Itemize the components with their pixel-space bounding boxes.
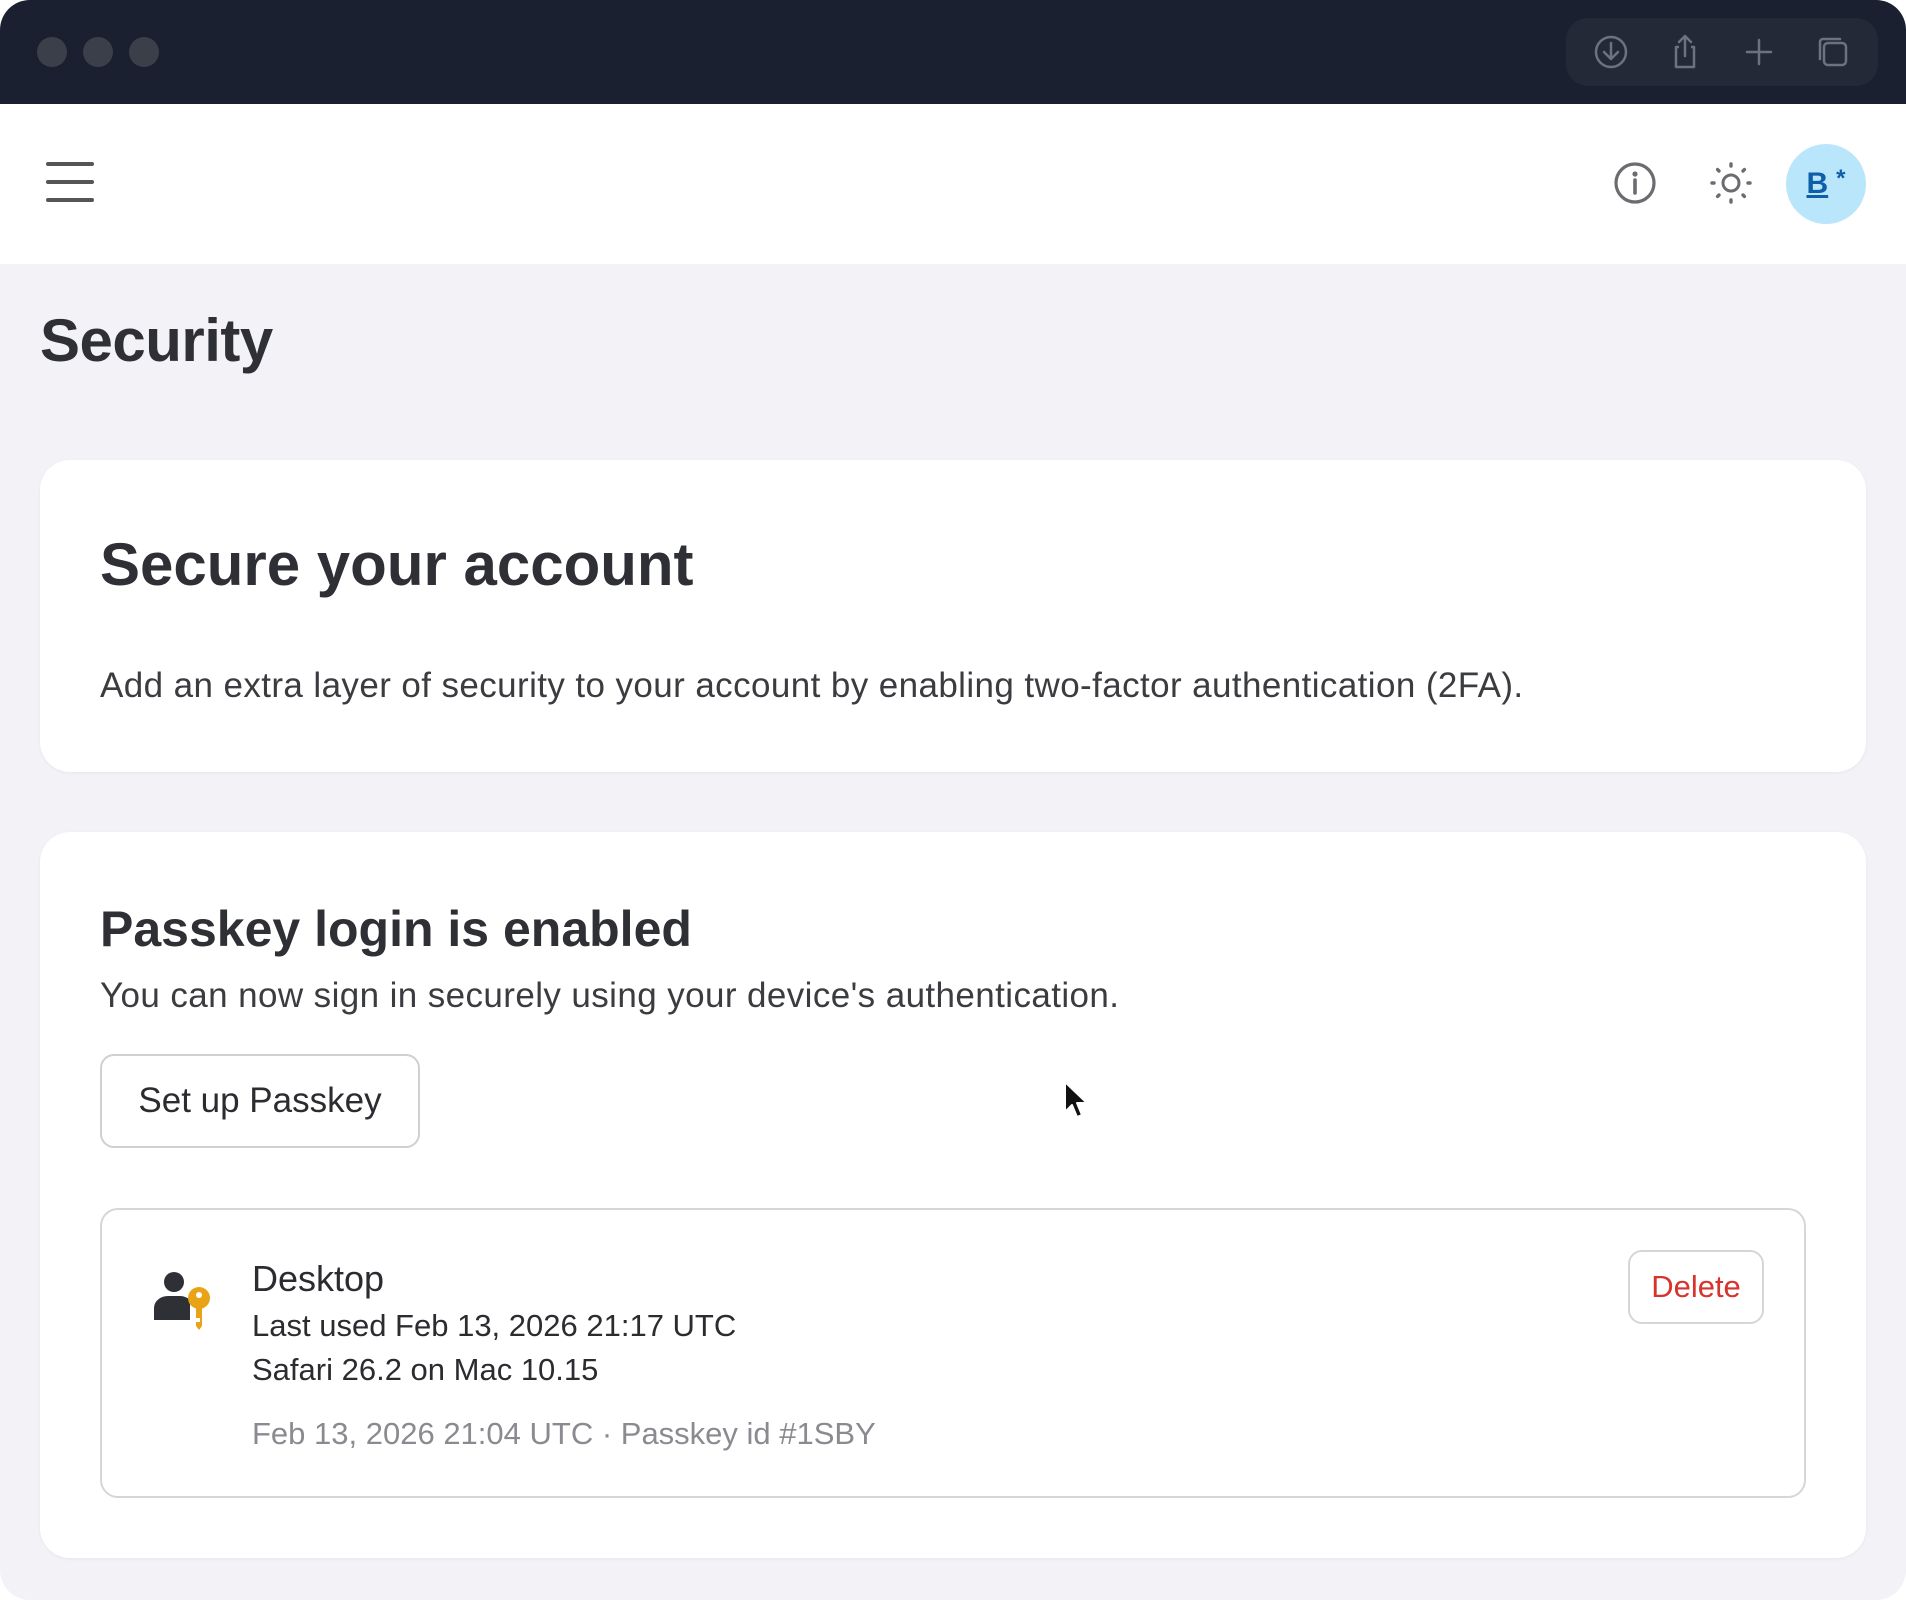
passkey-meta: Feb 13, 2026 21:04 UTC · Passkey id #1SB… bbox=[252, 1416, 876, 1451]
app-header: B * bbox=[0, 104, 1906, 264]
zoom-window-button[interactable] bbox=[129, 37, 159, 67]
minimize-window-button[interactable] bbox=[83, 37, 113, 67]
setup-passkey-button[interactable]: Set up Passkey bbox=[100, 1054, 420, 1148]
browser-window: B * Security Secure your account Add an … bbox=[0, 0, 1906, 1600]
passkey-list-item: Desktop Last used Feb 13, 2026 21:17 UTC… bbox=[100, 1208, 1806, 1498]
avatar[interactable]: B * bbox=[1786, 144, 1866, 224]
share-icon[interactable] bbox=[1665, 32, 1705, 72]
passkey-title: Passkey login is enabled bbox=[100, 901, 692, 957]
tabs-overview-icon[interactable] bbox=[1813, 32, 1853, 72]
browser-titlebar bbox=[0, 0, 1906, 104]
new-tab-icon[interactable] bbox=[1739, 32, 1779, 72]
avatar-initial: B bbox=[1806, 167, 1829, 200]
mouse-cursor-icon bbox=[1064, 1081, 1088, 1118]
delete-passkey-button[interactable]: Delete bbox=[1628, 1250, 1764, 1324]
info-icon[interactable] bbox=[1612, 160, 1658, 206]
close-window-button[interactable] bbox=[37, 37, 67, 67]
sun-icon[interactable] bbox=[1708, 160, 1754, 206]
browser-toolbar bbox=[1566, 18, 1878, 86]
secure-account-title: Secure your account bbox=[100, 531, 694, 598]
page-title: Security bbox=[40, 307, 273, 374]
passkey-name: Desktop bbox=[252, 1258, 385, 1299]
passkey-last-used: Last used Feb 13, 2026 21:17 UTC bbox=[252, 1308, 737, 1343]
passkey-description: You can now sign in securely using your … bbox=[100, 976, 1120, 1015]
download-icon[interactable] bbox=[1591, 32, 1631, 72]
passkey-card: Passkey login is enabled You can now sig… bbox=[40, 832, 1866, 1558]
passkey-device: Safari 26.2 on Mac 10.15 bbox=[252, 1352, 599, 1387]
secure-account-description: Add an extra layer of security to your a… bbox=[100, 666, 1524, 705]
user-key-icon bbox=[154, 1272, 210, 1330]
avatar-badge: * bbox=[1836, 165, 1846, 192]
hamburger-icon[interactable] bbox=[46, 162, 94, 206]
secure-account-card: Secure your account Add an extra layer o… bbox=[40, 460, 1866, 772]
